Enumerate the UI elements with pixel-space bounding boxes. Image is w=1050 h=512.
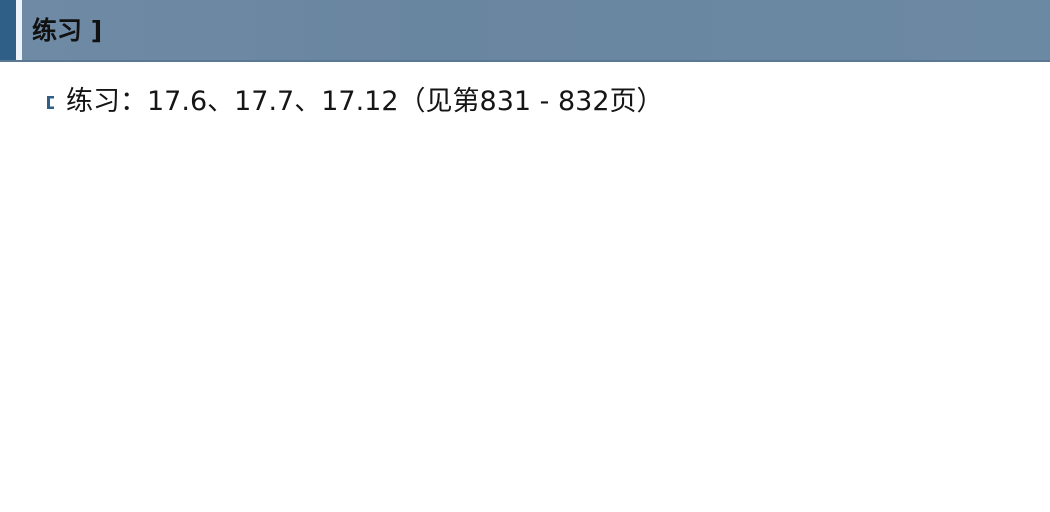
title-accent-gap xyxy=(16,0,22,62)
bracket-bullet-icon xyxy=(44,90,58,114)
title-bar: 练习 ] xyxy=(0,0,1050,62)
bullet-item: 练习：17.6、17.7、17.12（见第831 - 832页） xyxy=(44,84,664,120)
title-accent-stripe xyxy=(0,0,16,62)
bullet-text: 练习：17.6、17.7、17.12（见第831 - 832页） xyxy=(66,86,664,117)
title-bar-underline xyxy=(0,60,1050,62)
slide-title: 练习 ] xyxy=(32,16,103,45)
